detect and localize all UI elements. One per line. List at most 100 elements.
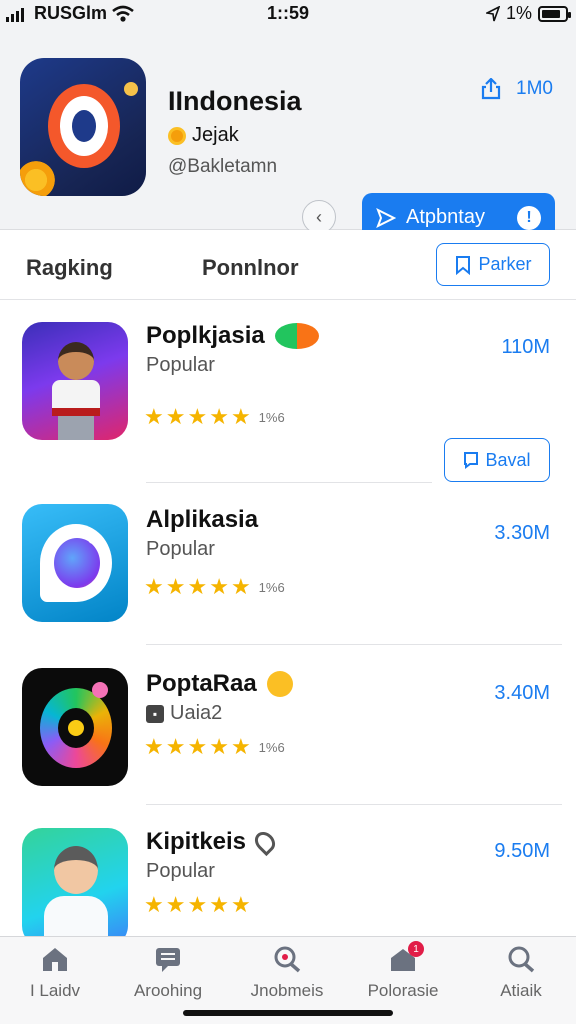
star-icon: ★ — [209, 404, 229, 429]
app-name-row: Kipitkeis — [146, 827, 280, 857]
rating-count: 1%6 — [258, 739, 285, 755]
tab-store[interactable]: 1 Polorasie — [348, 941, 458, 1001]
share-count: 1M0 — [516, 78, 553, 99]
get-button-label: Atpbntay — [406, 206, 485, 228]
tab-bar: I Laidv Aroohing Jnobmeis 1 Polorasie At… — [0, 936, 576, 1024]
app-name-row: Poplkjasia — [146, 322, 319, 350]
character-body — [52, 380, 100, 416]
star-icon: ★ — [165, 734, 186, 759]
share-button[interactable]: 1M0 — [480, 78, 553, 100]
lock-icon: ▪ — [146, 704, 164, 723]
star-icon: ★ — [144, 574, 164, 599]
star-icon: ★ — [187, 734, 208, 759]
status-bar: RUSGlm 1::59 1% — [0, 0, 576, 28]
tab-home[interactable]: I Laidv — [0, 945, 110, 1001]
star-icon: ★ — [144, 734, 164, 759]
rating-count: 1%6 — [258, 579, 285, 595]
location-pin-icon — [250, 827, 280, 857]
developer-name: Jejak — [192, 124, 239, 146]
logo-dot — [124, 82, 138, 96]
location-icon — [485, 5, 500, 21]
character-head — [58, 342, 94, 380]
notification-badge: 1 — [408, 941, 424, 957]
app-developer[interactable]: Jejak — [168, 124, 239, 147]
star-icon: ★ — [209, 734, 229, 759]
app-logo-ring — [48, 84, 120, 168]
app-handle: @Bakletamn — [168, 156, 278, 177]
tab-search[interactable]: Atiaik — [466, 945, 576, 1001]
swirl-dot — [92, 682, 108, 698]
star-icon: ★ — [165, 892, 186, 917]
back-button[interactable]: ‹ — [302, 200, 336, 234]
app-icon-poplkjasia[interactable] — [22, 322, 128, 440]
list-item[interactable]: PoptaRaa ▪ Uaia2 ★ ★ ★ ★ ★ 1%6 3.40M — [0, 656, 576, 816]
store-icon-wrap: 1 — [388, 941, 424, 973]
rating: ★ ★ ★ ★ ★ — [144, 894, 251, 916]
rating: ★ ★ ★ ★ ★ 1%6 — [144, 406, 285, 428]
swirl-center — [68, 720, 84, 736]
info-icon: ! — [517, 205, 541, 230]
star-icon: ★ — [165, 404, 186, 429]
coin-icon — [168, 126, 186, 145]
star-icon: ★ — [144, 404, 164, 429]
star-icon: ★ — [187, 404, 208, 429]
app-size: 110M — [501, 336, 550, 358]
park-button[interactable]: Parker — [436, 243, 550, 286]
app-name-row: PoptaRaa — [146, 670, 293, 698]
star-icon: ★ — [144, 892, 164, 917]
emoji-face-icon — [266, 671, 293, 697]
app-name: Poplkjasia — [146, 322, 265, 349]
battery-icon — [538, 5, 571, 22]
send-icon — [376, 207, 396, 228]
tab-messages[interactable]: Aroohing — [113, 945, 223, 1001]
install-button-label: Baval — [485, 449, 531, 470]
bubble-inner — [54, 538, 100, 588]
app-size: 9.50M — [494, 840, 550, 862]
star-icon: ★ — [187, 892, 208, 917]
tab-label: I Laidv — [29, 981, 81, 1000]
star-icon: ★ — [209, 574, 229, 599]
list-item[interactable]: Poplkjasia Popular ★ ★ ★ ★ ★ 1%6 110M Ba… — [0, 300, 576, 483]
app-subtitle-row: ▪ Uaia2 — [146, 702, 222, 725]
app-subtitle: Popular — [146, 538, 215, 560]
list-item[interactable]: Alplikasia Popular ★ ★ ★ ★ ★ 1%6 3.30M — [0, 496, 576, 656]
tab-explore[interactable]: Jnobmeis — [232, 945, 342, 1001]
star-icon: ★ — [230, 574, 251, 599]
tab-ponnlnor[interactable]: Ponnlnor — [202, 255, 299, 281]
app-icon[interactable] — [20, 58, 146, 196]
app-subtitle: Popular — [146, 354, 215, 376]
app-name-row: Alplikasia — [146, 506, 258, 534]
search-icon — [274, 946, 301, 973]
message-icon — [156, 948, 180, 972]
rating: ★ ★ ★ ★ ★ 1%6 — [144, 736, 285, 758]
app-icon-kipitkeis[interactable] — [22, 828, 128, 936]
install-button[interactable]: Baval — [444, 438, 550, 482]
battery-fill — [542, 9, 560, 18]
character-body — [44, 896, 108, 936]
share-icon — [481, 78, 501, 100]
star-icon: ★ — [230, 892, 251, 917]
star-icon: ★ — [209, 892, 229, 917]
app-icon-alplikasia[interactable] — [22, 504, 128, 622]
list-item[interactable]: Kipitkeis Popular ★ ★ ★ ★ ★ 9.50M — [0, 816, 576, 936]
bookmark-icon — [456, 255, 471, 275]
app-icon-poptaraa[interactable] — [22, 668, 128, 786]
tab-label: Aroohing — [133, 981, 203, 1000]
app-title: IIndonesia — [168, 86, 302, 116]
app-subtitle: Popular — [146, 860, 215, 882]
tab-ranking[interactable]: Ragking — [26, 255, 113, 281]
star-icon: ★ — [230, 404, 251, 429]
status-right: 1% — [485, 3, 571, 24]
battery-percent: 1% — [505, 3, 532, 23]
segment-bar: Ragking Ponnlnor Parker — [0, 230, 576, 300]
tab-label: Polorasie — [367, 981, 439, 1000]
app-name: PoptaRaa — [146, 670, 257, 697]
row-divider — [146, 644, 562, 645]
app-size: 3.40M — [494, 682, 550, 704]
chevron-left-icon: ‹ — [316, 206, 322, 227]
bubble-dot — [88, 534, 98, 544]
star-icon: ★ — [165, 574, 186, 599]
app-name: Kipitkeis — [146, 828, 247, 855]
character-head — [54, 846, 98, 894]
star-icon: ★ — [230, 734, 251, 759]
